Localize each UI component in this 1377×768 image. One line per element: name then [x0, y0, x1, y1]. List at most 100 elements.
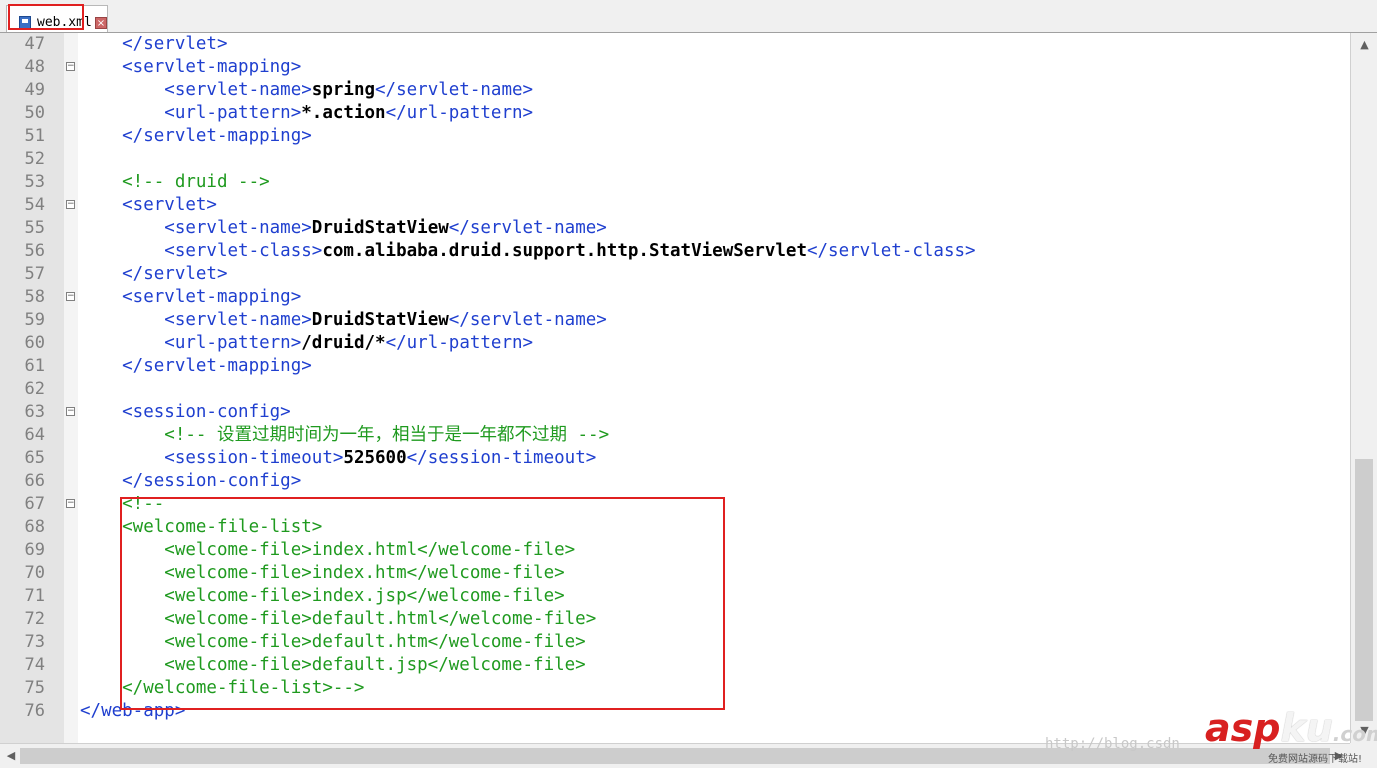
- code-line[interactable]: 59 <servlet-name>DruidStatView</servlet-…: [0, 309, 1350, 332]
- code-line[interactable]: 58 − <servlet-mapping>: [0, 286, 1350, 309]
- code-text: <servlet-name>DruidStatView</servlet-nam…: [80, 309, 607, 332]
- code-token: </servlet-name>: [375, 80, 534, 100]
- code-text: <session-timeout>525600</session-timeout…: [80, 447, 596, 470]
- code-text: <url-pattern>*.action</url-pattern>: [80, 102, 533, 125]
- tab-highlight-box: [8, 4, 84, 30]
- code-token: /druid/*: [301, 333, 386, 353]
- code-line[interactable]: 49 <servlet-name>spring</servlet-name>: [0, 79, 1350, 102]
- vertical-scrollbar[interactable]: ▲ ▼: [1350, 33, 1377, 743]
- line-number: 62: [24, 379, 45, 399]
- fold-toggle-icon[interactable]: −: [66, 292, 75, 301]
- vertical-scroll-thumb[interactable]: [1355, 459, 1373, 721]
- code-text: <servlet-mapping>: [80, 286, 301, 309]
- code-editor[interactable]: 47 </servlet> 48− <servlet-mapping> 49 <se…: [0, 33, 1350, 743]
- code-text: <!-- druid -->: [80, 171, 270, 194]
- line-number: 75: [24, 678, 45, 698]
- line-number: 67: [24, 494, 45, 514]
- code-line[interactable]: 50 <url-pattern>*.action</url-pattern>: [0, 102, 1350, 125]
- code-line[interactable]: 63 − <session-config>: [0, 401, 1350, 424]
- line-number: 70: [24, 563, 45, 583]
- code-line[interactable]: 57 </servlet>: [0, 263, 1350, 286]
- tab-bar: web.xml ×: [0, 0, 1377, 33]
- line-number: 50: [24, 103, 45, 123]
- code-token: <servlet-mapping>: [80, 287, 302, 307]
- code-text: <servlet-class>com.alibaba.druid.support…: [80, 240, 975, 263]
- scroll-up-icon[interactable]: ▲: [1351, 35, 1377, 55]
- line-number: 54: [24, 195, 45, 215]
- code-token: <url-pattern>: [80, 333, 302, 353]
- line-number: 60: [24, 333, 45, 353]
- line-number: 64: [24, 425, 45, 445]
- code-line[interactable]: 64 <!-- 设置过期时间为一年，相当于是一年都不过期 -->: [0, 424, 1350, 447]
- line-number: 66: [24, 471, 45, 491]
- code-text: <servlet>: [80, 194, 217, 217]
- line-number: 47: [24, 34, 45, 54]
- line-number: 57: [24, 264, 45, 284]
- code-token: <!-- 设置过期时间为一年，相当于是一年都不过期 -->: [80, 425, 610, 445]
- code-line[interactable]: 48 − <servlet-mapping>: [0, 56, 1350, 79]
- code-line[interactable]: 65 <session-timeout>525600</session-time…: [0, 447, 1350, 470]
- line-number: 53: [24, 172, 45, 192]
- code-line[interactable]: 54 − <servlet>: [0, 194, 1350, 217]
- code-token: </session-config>: [80, 471, 302, 491]
- code-token: com.alibaba.druid.support.http.StatViewS…: [322, 241, 807, 261]
- code-text: </session-config>: [80, 470, 301, 493]
- line-number: 71: [24, 586, 45, 606]
- code-line[interactable]: 66 </session-config>: [0, 470, 1350, 493]
- code-text: <servlet-name>DruidStatView</servlet-nam…: [80, 217, 607, 240]
- code-text: <servlet-name>spring</servlet-name>: [80, 79, 533, 102]
- line-number: 61: [24, 356, 45, 376]
- code-token: </servlet>: [80, 34, 228, 54]
- line-number: 55: [24, 218, 45, 238]
- line-number: 68: [24, 517, 45, 537]
- code-token: 525600: [343, 448, 407, 468]
- close-icon[interactable]: ×: [95, 17, 107, 29]
- fold-toggle-icon[interactable]: −: [66, 200, 75, 209]
- fold-toggle-icon[interactable]: −: [66, 499, 75, 508]
- code-token: </url-pattern>: [385, 103, 534, 123]
- welcome-file-list-highlight: [120, 497, 725, 710]
- line-number: 58: [24, 287, 45, 307]
- watermark-url: http://blog.csdn: [1045, 736, 1180, 752]
- code-line[interactable]: 51 </servlet-mapping>: [0, 125, 1350, 148]
- fold-toggle-icon[interactable]: −: [66, 407, 75, 416]
- line-number: 76: [24, 701, 45, 721]
- line-number: 56: [24, 241, 45, 261]
- line-number: 52: [24, 149, 45, 169]
- code-token: spring: [311, 80, 376, 100]
- code-text: </servlet-mapping>: [80, 355, 312, 378]
- code-line[interactable]: 61 </servlet-mapping>: [0, 355, 1350, 378]
- code-line[interactable]: 62: [0, 378, 1350, 401]
- code-text: <servlet-mapping>: [80, 56, 301, 79]
- code-token: </servlet>: [80, 264, 228, 284]
- line-number: 72: [24, 609, 45, 629]
- code-token: </servlet-name>: [448, 218, 607, 238]
- code-text: <url-pattern>/druid/*</url-pattern>: [80, 332, 533, 355]
- code-token: <servlet-class>: [80, 241, 323, 261]
- code-token: DruidStatView: [311, 218, 449, 238]
- code-line[interactable]: 55 <servlet-name>DruidStatView</servlet-…: [0, 217, 1350, 240]
- code-line[interactable]: 52: [0, 148, 1350, 171]
- line-number: 65: [24, 448, 45, 468]
- code-line[interactable]: 56 <servlet-class>com.alibaba.druid.supp…: [0, 240, 1350, 263]
- code-token: <!-- druid -->: [80, 172, 270, 192]
- line-number: 49: [24, 80, 45, 100]
- code-token: <url-pattern>: [80, 103, 302, 123]
- code-token: <servlet-name>: [80, 80, 312, 100]
- code-line[interactable]: 60 <url-pattern>/druid/*</url-pattern>: [0, 332, 1350, 355]
- line-number: 74: [24, 655, 45, 675]
- code-token: DruidStatView: [311, 310, 449, 330]
- code-token: <session-timeout>: [80, 448, 344, 468]
- code-token: </servlet-name>: [448, 310, 607, 330]
- watermark-logo-asp: asp: [1205, 706, 1281, 750]
- code-line[interactable]: 53 <!-- druid -->: [0, 171, 1350, 194]
- code-line[interactable]: 47 </servlet>: [0, 33, 1350, 56]
- code-token: *.action: [301, 103, 386, 123]
- code-token: <servlet-name>: [80, 310, 312, 330]
- scroll-left-icon[interactable]: ◀: [2, 746, 20, 766]
- code-text: <session-config>: [80, 401, 291, 424]
- code-token: <session-config>: [80, 402, 291, 422]
- code-token: </url-pattern>: [385, 333, 534, 353]
- line-number: 69: [24, 540, 45, 560]
- fold-toggle-icon[interactable]: −: [66, 62, 75, 71]
